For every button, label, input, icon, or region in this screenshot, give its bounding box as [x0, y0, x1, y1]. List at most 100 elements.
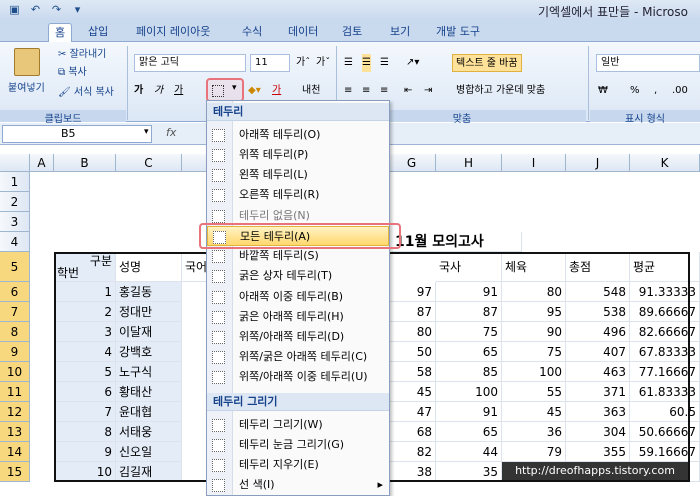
menu-item-top-thick-bottom-border[interactable]: 위쪽/굵은 아래쪽 테두리(C): [207, 347, 389, 367]
wrap-text-button[interactable]: 텍스트 줄 바꿈: [452, 54, 522, 72]
score-cell[interactable]: 58: [388, 362, 436, 382]
shrink-font-button[interactable]: 가ˇ: [316, 54, 330, 72]
italic-button[interactable]: 가: [154, 82, 163, 100]
menu-item-all-borders[interactable]: 모든 테두리(A): [207, 226, 389, 246]
underline-button[interactable]: 가: [174, 82, 183, 100]
align-left-icon[interactable]: ≡: [344, 82, 352, 100]
sheet-subtitle[interactable]: 11월 모의고사: [392, 232, 522, 252]
score-cell[interactable]: 36: [502, 422, 566, 442]
grow-font-button[interactable]: 가ˆ: [296, 54, 310, 72]
row-header[interactable]: 13: [0, 422, 30, 442]
score-cell[interactable]: 65: [436, 422, 502, 442]
increase-decimal-button[interactable]: .00: [672, 82, 688, 100]
total-cell[interactable]: 463: [566, 362, 630, 382]
menu-item-right-border[interactable]: 오른쪽 테두리(R): [207, 185, 389, 205]
menu-item-thick-bottom-border[interactable]: 굵은 아래쪽 테두리(H): [207, 307, 389, 327]
row-header[interactable]: 6: [0, 282, 30, 302]
menu-item-draw-border-grid[interactable]: 테두리 눈금 그리기(G): [207, 435, 389, 455]
paste-icon[interactable]: [14, 48, 40, 76]
student-number[interactable]: 1: [54, 282, 116, 302]
student-number[interactable]: 7: [54, 402, 116, 422]
score-cell[interactable]: 87: [436, 302, 502, 322]
score-cell[interactable]: 45: [388, 382, 436, 402]
student-name[interactable]: 홍길동: [116, 282, 182, 302]
score-cell[interactable]: 75: [502, 342, 566, 362]
menu-item-line-color[interactable]: 선 색(I) ▸: [207, 475, 389, 495]
row-header[interactable]: 8: [0, 322, 30, 342]
average-cell[interactable]: 60.5: [630, 402, 700, 422]
menu-item-top-double-bottom-border[interactable]: 위쪽/아래쪽 이중 테두리(U): [207, 367, 389, 387]
average-cell[interactable]: 50.66667: [630, 422, 700, 442]
student-name[interactable]: 신오일: [116, 442, 182, 462]
orientation-icon[interactable]: ↗▾: [406, 54, 419, 72]
font-color-button[interactable]: 가: [272, 82, 281, 100]
score-cell[interactable]: 82: [388, 442, 436, 462]
fill-color-icon[interactable]: ◆▾: [248, 82, 261, 100]
header-history[interactable]: 국사: [436, 252, 502, 282]
column-header[interactable]: H: [436, 154, 502, 172]
align-top-icon[interactable]: ☰: [344, 54, 353, 72]
customize-qat-icon[interactable]: ▾: [69, 2, 86, 18]
total-cell[interactable]: 496: [566, 322, 630, 342]
average-cell[interactable]: 67.83333: [630, 342, 700, 362]
row-header[interactable]: 1: [0, 172, 30, 192]
score-cell[interactable]: 97: [388, 282, 436, 302]
name-box[interactable]: B5: [2, 125, 152, 143]
save-icon[interactable]: ▣: [6, 2, 23, 18]
tab-home[interactable]: 홈: [48, 23, 73, 42]
font-size-select[interactable]: 11: [250, 54, 290, 72]
redo-icon[interactable]: ↷: [48, 2, 65, 18]
column-header[interactable]: J: [566, 154, 630, 172]
column-header[interactable]: G: [388, 154, 436, 172]
score-cell[interactable]: 100: [502, 362, 566, 382]
score-cell[interactable]: 91: [436, 282, 502, 302]
tab-view[interactable]: 보기: [384, 23, 416, 42]
menu-item-top-bottom-border[interactable]: 위쪽/아래쪽 테두리(D): [207, 327, 389, 347]
student-number[interactable]: 4: [54, 342, 116, 362]
score-cell[interactable]: 35: [436, 462, 502, 482]
student-number[interactable]: 8: [54, 422, 116, 442]
percent-button[interactable]: %: [630, 82, 640, 100]
student-name[interactable]: 황태산: [116, 382, 182, 402]
score-cell[interactable]: 95: [502, 302, 566, 322]
row-header[interactable]: 2: [0, 192, 30, 212]
header-pe[interactable]: 체육: [502, 252, 566, 282]
align-bottom-icon[interactable]: ☰: [380, 54, 389, 72]
student-number[interactable]: 6: [54, 382, 116, 402]
menu-item-thick-box-border[interactable]: 굵은 상자 테두리(T): [207, 266, 389, 286]
tab-insert[interactable]: 삽입: [82, 23, 114, 42]
score-cell[interactable]: 87: [388, 302, 436, 322]
format-painter-button[interactable]: 🖌 서식 복사: [58, 84, 114, 102]
increase-indent-icon[interactable]: ⇥: [424, 82, 432, 100]
tab-page-layout[interactable]: 페이지 레이아웃: [130, 23, 216, 42]
row-header[interactable]: 5: [0, 252, 30, 282]
tab-review[interactable]: 검토: [336, 23, 368, 42]
score-cell[interactable]: 68: [388, 422, 436, 442]
student-name[interactable]: 강백호: [116, 342, 182, 362]
student-number[interactable]: 2: [54, 302, 116, 322]
row-header[interactable]: 4: [0, 232, 30, 252]
font-name-select[interactable]: 맑은 고딕: [134, 54, 246, 72]
tab-formulas[interactable]: 수식: [236, 23, 268, 42]
select-all-corner[interactable]: [0, 154, 30, 172]
menu-item-left-border[interactable]: 왼쪽 테두리(L): [207, 165, 389, 185]
score-cell[interactable]: 38: [388, 462, 436, 482]
row-header[interactable]: 12: [0, 402, 30, 422]
total-cell[interactable]: 304: [566, 422, 630, 442]
row-header[interactable]: 10: [0, 362, 30, 382]
row-header[interactable]: 3: [0, 212, 30, 232]
tab-developer[interactable]: 개발 도구: [430, 23, 486, 42]
menu-item-top-border[interactable]: 위쪽 테두리(P): [207, 145, 389, 165]
undo-icon[interactable]: ↶: [27, 2, 44, 18]
menu-item-bottom-double-border[interactable]: 아래쪽 이중 테두리(B): [207, 287, 389, 307]
merge-center-button[interactable]: 병합하고 가운데 맞춤: [456, 82, 545, 100]
total-cell[interactable]: 355: [566, 442, 630, 462]
fx-icon[interactable]: fx: [166, 126, 176, 139]
menu-item-no-border[interactable]: 테두리 없음(N): [207, 206, 389, 226]
column-header[interactable]: B: [54, 154, 116, 172]
average-cell[interactable]: 91.33333: [630, 282, 700, 302]
student-number[interactable]: 3: [54, 322, 116, 342]
student-name[interactable]: 김길재: [116, 462, 182, 482]
total-cell[interactable]: 407: [566, 342, 630, 362]
row-header[interactable]: 15: [0, 462, 30, 482]
